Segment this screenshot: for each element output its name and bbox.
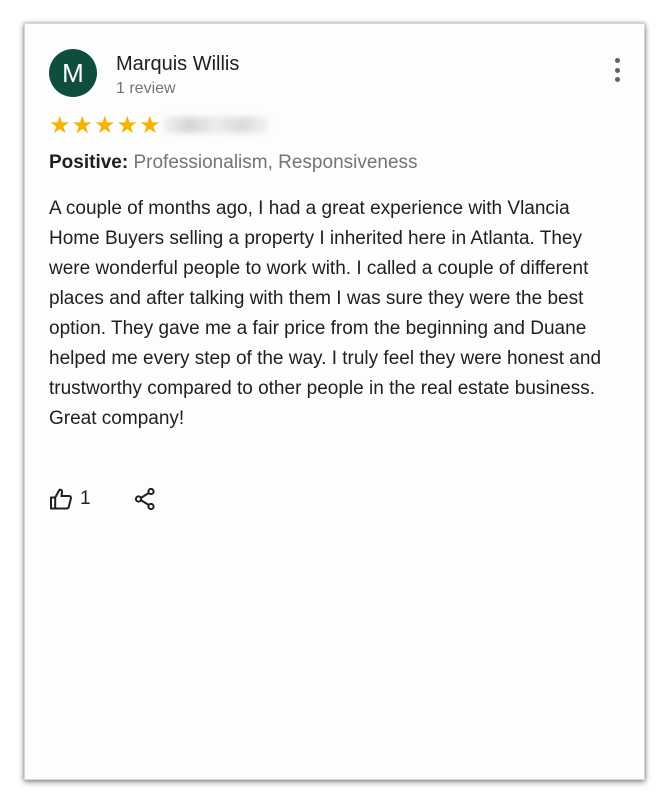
star-icon: ★: [71, 111, 94, 139]
review-card: M Marquis Willis 1 review ★ ★ ★ ★ ★ Posi…: [24, 23, 645, 780]
share-button[interactable]: [133, 487, 157, 511]
star-rating: ★ ★ ★ ★ ★: [49, 113, 161, 137]
more-vert-icon-dot: [614, 67, 620, 73]
avatar[interactable]: M: [49, 49, 97, 97]
share-icon: [134, 487, 155, 511]
blurred-review-date: [162, 117, 270, 133]
more-options-button[interactable]: [610, 58, 624, 82]
positive-attributes: Positive: Professionalism, Responsivenes…: [49, 151, 418, 175]
positive-label: Positive:: [49, 152, 129, 173]
star-icon: ★: [116, 111, 139, 139]
positive-values: Professionalism, Responsiveness: [133, 152, 418, 173]
more-vert-icon-dot: [614, 58, 620, 63]
like-button[interactable]: 1: [49, 487, 91, 511]
reviewer-name[interactable]: Marquis Willis: [116, 52, 239, 76]
review-body: A couple of months ago, I had a great ex…: [49, 198, 602, 429]
more-vert-icon-dot: [614, 77, 620, 82]
review-actions: 1: [49, 486, 157, 512]
like-count: 1: [80, 488, 91, 509]
reviewer-review-count: 1 review: [116, 80, 176, 97]
star-icon: ★: [49, 111, 71, 139]
thumb-up-icon: [50, 488, 72, 510]
star-icon: ★: [94, 111, 116, 139]
star-icon: ★: [139, 111, 161, 139]
